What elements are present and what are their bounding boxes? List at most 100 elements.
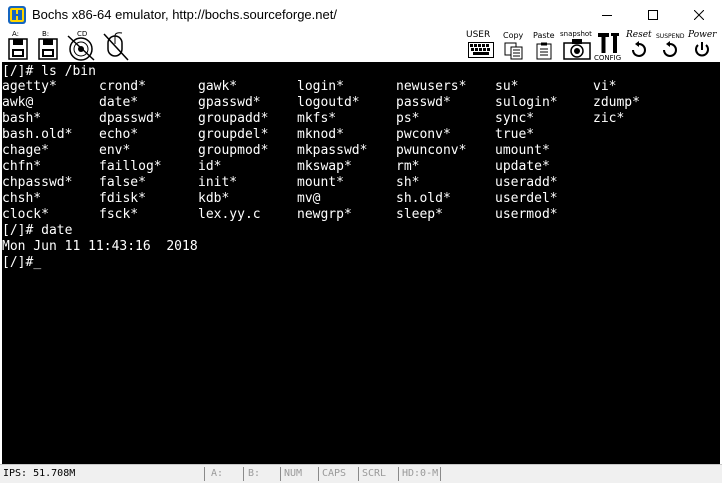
mouse-toggle-button[interactable]	[100, 30, 130, 62]
terminal-line: Mon Jun 11 11:43:16 2018	[2, 239, 198, 254]
ls-entry: echo*	[99, 127, 139, 142]
ls-entry: init*	[198, 175, 238, 190]
user-button[interactable]: USER	[466, 30, 496, 62]
minimize-icon	[602, 15, 612, 16]
ls-entry: agetty*	[2, 79, 57, 94]
ls-entry: sleep*	[396, 207, 443, 222]
ls-entry: mknod*	[297, 127, 344, 142]
minimize-button[interactable]	[584, 0, 630, 30]
ls-entry: clock*	[2, 207, 49, 222]
ls-entry: logoutd*	[297, 95, 360, 110]
reset-button[interactable]: Reset	[624, 30, 658, 62]
floppy-a-button[interactable]: A:	[6, 30, 30, 62]
ls-entry: usermod*	[495, 207, 558, 222]
cdrom-icon	[67, 35, 95, 61]
ls-entry: groupmod*	[198, 143, 269, 158]
ls-entry: sh.old*	[396, 191, 451, 206]
ls-entry: chage*	[2, 143, 49, 158]
floppy-disk-icon	[8, 38, 28, 60]
paste-label: Paste	[533, 31, 555, 40]
maximize-button[interactable]	[630, 0, 676, 30]
ls-entry: kdb*	[198, 191, 230, 206]
ls-entry: crond*	[99, 79, 146, 94]
ls-entry: mkfs*	[297, 111, 337, 126]
floppy-b-status: B:	[248, 468, 261, 479]
ls-entry: true*	[495, 127, 535, 142]
camera-icon	[563, 39, 591, 60]
ls-entry: zdump*	[593, 95, 640, 110]
copy-icon	[504, 42, 523, 60]
suspend-button[interactable]: SUSPEND	[654, 30, 688, 62]
floppy-a-status: A:	[211, 468, 224, 479]
status-divider	[280, 467, 281, 481]
snapshot-button[interactable]: snapshot	[560, 30, 594, 62]
ls-entry: fdisk*	[99, 191, 146, 206]
status-divider	[398, 467, 399, 481]
ls-entry: gawk*	[198, 79, 238, 94]
reset-label: Reset	[626, 30, 652, 40]
hard-disk-status: HD:0-M	[402, 468, 439, 479]
ls-entry: sync*	[495, 111, 535, 126]
status-bar: IPS: 51.708M A: B: NUM CAPS SCRL HD:0-M	[0, 464, 722, 483]
terminal-prompt-line: [/]#_	[2, 255, 41, 271]
scroll-lock-status: SCRL	[362, 468, 387, 479]
ls-entry: update*	[495, 159, 550, 174]
ls-entry: pwconv*	[396, 127, 451, 142]
text-cursor: _	[33, 255, 42, 270]
ips-indicator: IPS: 51.708M	[3, 468, 76, 479]
ls-entry: chsh*	[2, 191, 42, 206]
ls-entry: sulogin*	[495, 95, 558, 110]
ls-entry: vi*	[593, 79, 617, 94]
close-icon	[694, 10, 704, 20]
suspend-label: SUSPEND	[656, 33, 685, 40]
prompt-text: [/]#	[2, 255, 34, 270]
ls-entry: useradd*	[495, 175, 558, 190]
bochs-app-icon	[8, 6, 26, 24]
ls-entry: mount*	[297, 175, 344, 190]
power-icon	[695, 42, 709, 57]
cdrom-button[interactable]: CD	[64, 30, 98, 62]
config-label: CONFIG	[594, 54, 622, 62]
ls-entry: bash.old*	[2, 127, 73, 142]
ls-entry: ps*	[396, 111, 420, 126]
ls-entry: mkpasswd*	[297, 143, 368, 158]
window-title: Bochs x86-64 emulator, http://bochs.sour…	[32, 7, 337, 22]
ls-entry: newusers*	[396, 79, 467, 94]
ls-entry: pwunconv*	[396, 143, 467, 158]
caps-lock-status: CAPS	[322, 468, 347, 479]
floppy-b-label: B:	[42, 30, 50, 38]
close-button[interactable]	[676, 0, 722, 30]
terminal-line: [/]# ls /bin	[2, 64, 96, 79]
ls-entry: rm*	[396, 159, 420, 174]
status-divider	[243, 467, 244, 481]
ls-entry: bash*	[2, 111, 42, 126]
config-button[interactable]: CONFIG	[594, 30, 624, 62]
reset-icon	[632, 41, 646, 57]
ls-entry: chpasswd*	[2, 175, 73, 190]
ls-entry: passwd*	[396, 95, 451, 110]
ls-entry: fsck*	[99, 207, 139, 222]
keyboard-icon	[468, 42, 494, 58]
floppy-b-button[interactable]: B:	[36, 30, 60, 62]
ls-entry: id*	[198, 159, 222, 174]
ls-entry: groupdel*	[198, 127, 269, 142]
terminal-line: [/]# date	[2, 223, 73, 238]
ls-entry: login*	[297, 79, 344, 94]
user-label: USER	[466, 30, 491, 40]
ls-entry: umount*	[495, 143, 550, 158]
floppy-a-label: A:	[12, 30, 20, 38]
power-button[interactable]: Power	[686, 30, 720, 62]
emulator-screen[interactable]: [/]# ls /bin agetty* crond* gawk* login* new…	[2, 62, 720, 464]
toolbar: A: B: CD USER Copy Paste snapshot CONFIG…	[0, 30, 722, 62]
ls-entry: groupadd*	[198, 111, 269, 126]
ls-entry: newgrp*	[297, 207, 352, 222]
paste-button[interactable]: Paste	[532, 30, 558, 62]
status-divider	[358, 467, 359, 481]
ls-entry: zic*	[593, 111, 625, 126]
status-divider	[204, 467, 205, 481]
copy-button[interactable]: Copy	[502, 30, 526, 62]
mouse-icon	[103, 32, 129, 61]
config-tools-icon	[598, 33, 619, 53]
ls-entry: dpasswd*	[99, 111, 162, 126]
power-label: Power	[688, 30, 717, 40]
